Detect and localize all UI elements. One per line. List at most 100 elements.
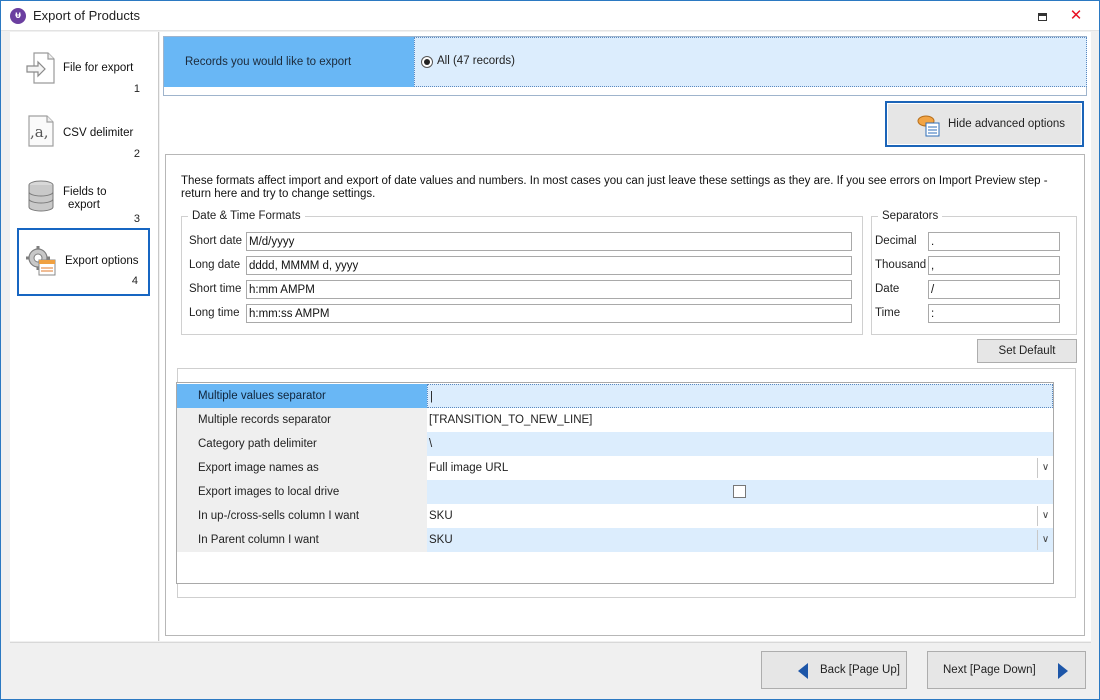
bottom-navigation-bar: Back [Page Up] Next [Page Down] xyxy=(10,642,1091,694)
dropdown-value: SKU xyxy=(429,510,453,522)
step-file-for-export[interactable]: File for export 1 xyxy=(17,46,150,114)
main-panel: Records you would like to export All (47… xyxy=(160,32,1091,641)
step-number: 3 xyxy=(133,213,140,225)
step-label-line1: Fields to xyxy=(63,186,107,198)
time-separator-label: Time xyxy=(875,307,901,319)
long-time-row: Long time xyxy=(189,304,859,324)
grid-value-dropdown[interactable]: SKU ∨ xyxy=(427,504,1053,528)
set-default-button[interactable]: Set Default xyxy=(977,339,1077,363)
grid-key: In up-/cross-sells column I want xyxy=(177,504,427,528)
chevron-down-icon[interactable]: ∨ xyxy=(1037,458,1053,478)
grid-value-input[interactable]: | xyxy=(427,384,1053,408)
back-button-label: Back [Page Up] xyxy=(820,664,900,676)
decimal-row: Decimal xyxy=(875,232,1065,252)
arrow-right-icon xyxy=(1058,663,1068,679)
all-records-radio[interactable] xyxy=(421,56,433,68)
grid-value-input[interactable]: \ xyxy=(427,432,1053,456)
grid-value-input[interactable]: [TRANSITION_TO_NEW_LINE] xyxy=(427,408,1053,432)
records-selector: Records you would like to export All (47… xyxy=(163,36,1087,96)
short-time-label: Short time xyxy=(189,283,242,295)
step-export-options[interactable]: Export options 4 xyxy=(17,228,150,296)
short-date-label: Short date xyxy=(189,235,243,247)
decimal-input[interactable] xyxy=(928,232,1060,251)
format-info-text: These formats affect import and export o… xyxy=(181,175,1048,200)
date-time-legend: Date & Time Formats xyxy=(192,210,301,222)
grid-row-parent-column[interactable]: In Parent column I want SKU ∨ xyxy=(177,528,1053,552)
date-separator-input[interactable] xyxy=(928,280,1060,299)
grid-key: Category path delimiter xyxy=(177,432,427,456)
export-window: ᵾ Export of Products ✕ File for export 1 xyxy=(0,0,1100,700)
grid-key: Export image names as xyxy=(177,456,427,480)
short-date-input[interactable] xyxy=(246,232,852,251)
time-separator-row: Time xyxy=(875,304,1065,324)
thousand-label: Thousand xyxy=(875,259,927,271)
chevron-down-icon[interactable]: ∨ xyxy=(1037,506,1053,526)
long-date-input[interactable] xyxy=(246,256,852,275)
gear-options-icon xyxy=(25,245,56,277)
hide-advanced-options-label: Hide advanced options xyxy=(948,118,1065,130)
dropdown-value: SKU xyxy=(429,534,453,546)
options-icon xyxy=(917,115,941,140)
app-logo-icon: ᵾ xyxy=(10,8,26,24)
grid-value-dropdown[interactable]: SKU ∨ xyxy=(427,528,1053,552)
date-separator-label: Date xyxy=(875,283,900,295)
grid-row-multiple-records-separator[interactable]: Multiple records separator [TRANSITION_T… xyxy=(177,408,1053,432)
grid-row-export-image-names[interactable]: Export image names as Full image URL ∨ xyxy=(177,456,1053,480)
step-label: CSV delimiter xyxy=(63,127,134,139)
short-time-row: Short time xyxy=(189,280,859,300)
step-csv-delimiter[interactable]: ,a, CSV delimiter 2 xyxy=(17,111,150,179)
close-button[interactable]: ✕ xyxy=(1065,6,1087,26)
grid-key: Multiple records separator xyxy=(177,408,427,432)
thousand-input[interactable] xyxy=(928,256,1060,275)
long-time-input[interactable] xyxy=(246,304,852,323)
database-icon xyxy=(26,180,56,212)
export-images-checkbox[interactable] xyxy=(733,485,746,498)
grid-value-checkbox-cell[interactable] xyxy=(427,480,1053,504)
grid-key: Multiple values separator xyxy=(177,384,427,408)
records-label: Records you would like to export xyxy=(164,37,414,87)
maximize-button[interactable] xyxy=(1031,6,1053,26)
time-separator-input[interactable] xyxy=(928,304,1060,323)
separators-legend: Separators xyxy=(882,210,939,222)
step-label: File for export xyxy=(63,62,134,74)
svg-text:,a,: ,a, xyxy=(30,123,48,141)
step-number: 4 xyxy=(131,275,138,287)
long-time-label: Long time xyxy=(189,307,240,319)
all-records-label[interactable]: All (47 records) xyxy=(437,55,515,67)
grid-value-dropdown[interactable]: Full image URL ∨ xyxy=(427,456,1053,480)
file-export-icon xyxy=(26,52,56,84)
step-label-line2: export xyxy=(68,199,100,211)
title-bar: ᵾ Export of Products ✕ xyxy=(1,1,1099,31)
advanced-options-grid: Multiple values separator | Multiple rec… xyxy=(176,382,1054,584)
grid-row-category-path-delimiter[interactable]: Category path delimiter \ xyxy=(177,432,1053,456)
chevron-down-icon[interactable]: ∨ xyxy=(1037,530,1053,550)
arrow-left-icon xyxy=(798,663,808,679)
long-date-label: Long date xyxy=(189,259,241,271)
window-title: Export of Products xyxy=(33,8,140,23)
long-date-row: Long date xyxy=(189,256,859,276)
step-number: 2 xyxy=(133,148,140,160)
short-date-row: Short date xyxy=(189,232,859,252)
thousand-row: Thousand xyxy=(875,256,1065,276)
grid-key: Export images to local drive xyxy=(177,480,427,504)
step-label: Fields to export xyxy=(63,186,106,212)
short-time-input[interactable] xyxy=(246,280,852,299)
close-icon: ✕ xyxy=(1069,7,1083,24)
grid-row-export-images-local[interactable]: Export images to local drive xyxy=(177,480,1053,504)
step-label: Export options xyxy=(65,255,139,267)
next-button[interactable]: Next [Page Down] xyxy=(927,651,1086,689)
next-button-label: Next [Page Down] xyxy=(943,664,1036,676)
grid-row-up-cross-sells[interactable]: In up-/cross-sells column I want SKU ∨ xyxy=(177,504,1053,528)
step-number: 1 xyxy=(133,83,140,95)
options-frame: These formats affect import and export o… xyxy=(165,154,1085,636)
csv-delimiter-icon: ,a, xyxy=(26,115,56,147)
records-option-all[interactable]: All (47 records) xyxy=(414,37,1087,87)
grid-key: In Parent column I want xyxy=(177,528,427,552)
maximize-icon xyxy=(1037,12,1047,21)
grid-row-multiple-values-separator[interactable]: Multiple values separator | xyxy=(177,384,1053,408)
back-button[interactable]: Back [Page Up] xyxy=(761,651,907,689)
hide-advanced-options-button[interactable]: Hide advanced options xyxy=(885,101,1084,147)
dropdown-value: Full image URL xyxy=(429,462,509,474)
date-separator-row: Date xyxy=(875,280,1065,300)
decimal-label: Decimal xyxy=(875,235,917,247)
